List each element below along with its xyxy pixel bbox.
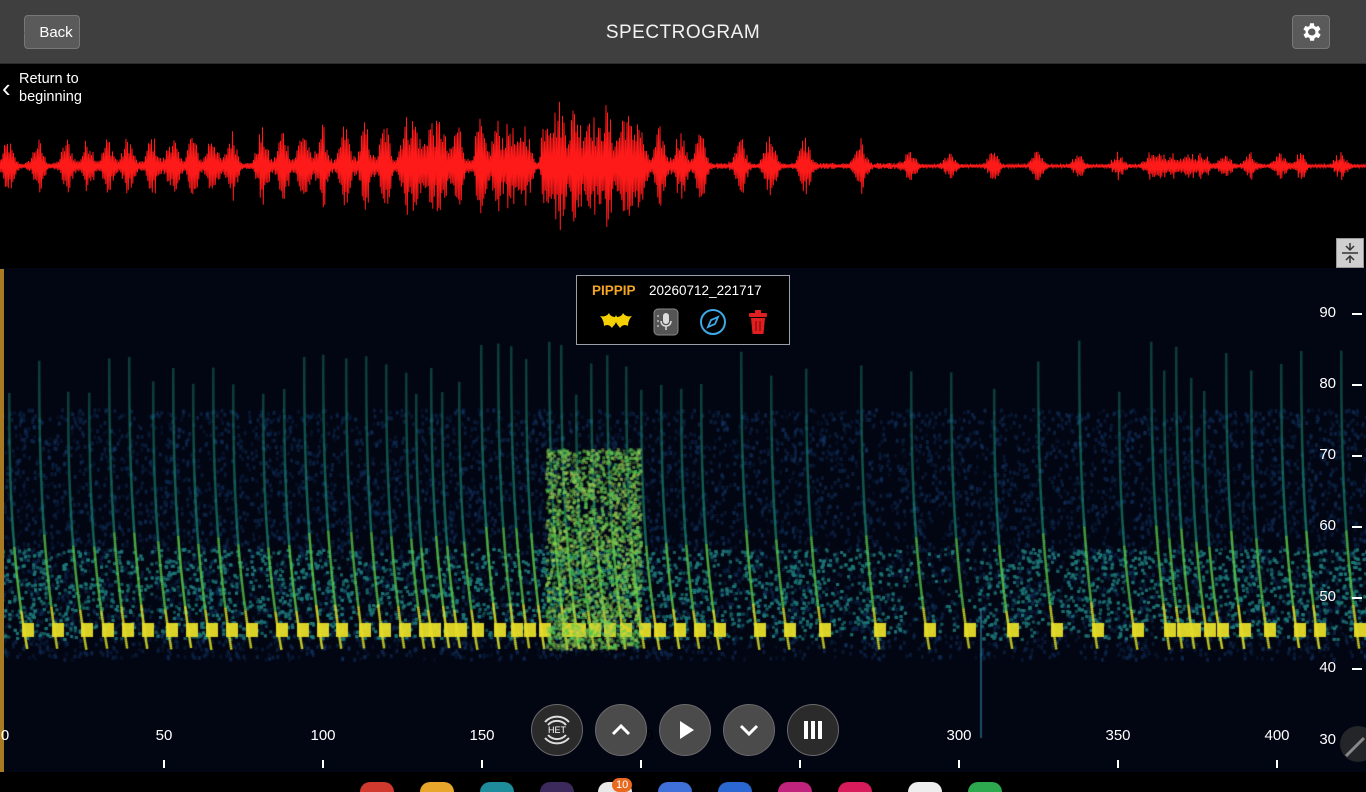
y-tick: [1352, 597, 1362, 599]
play-icon: [680, 721, 694, 739]
dock-app-icon[interactable]: [540, 782, 574, 792]
y-tick: [1352, 455, 1362, 457]
dock-app-icon[interactable]: 10: [598, 778, 633, 792]
dock-app-icon[interactable]: [420, 782, 454, 792]
dock-app-icon[interactable]: [778, 782, 812, 792]
gear-icon: [1303, 23, 1321, 41]
edit-pencil-button[interactable]: [1330, 722, 1366, 772]
y-tick: [1352, 526, 1362, 528]
y-tick-label: 60: [1319, 517, 1336, 534]
y-tick: [1352, 384, 1362, 386]
x-tick: [640, 760, 642, 768]
identification-panel[interactable]: PIPPIP 20260712_221717: [576, 275, 790, 345]
playhead-cursor[interactable]: [0, 269, 4, 772]
x-tick-label: 150: [469, 727, 495, 744]
y-tick-label: 70: [1319, 446, 1336, 463]
bat-icon[interactable]: [599, 311, 633, 333]
compass-icon[interactable]: [699, 308, 727, 336]
y-tick-label: 90: [1319, 304, 1336, 321]
x-tick: [322, 760, 324, 768]
x-tick: [1117, 760, 1119, 768]
app-dock: 10: [0, 772, 1366, 792]
dock-app-icon[interactable]: [968, 782, 1002, 792]
expand-collapse-icon: [1342, 243, 1358, 263]
y-tick: [1352, 668, 1362, 670]
x-tick: [1276, 760, 1278, 768]
het-label: HET: [548, 725, 567, 735]
top-app-bar: Back SPECTROGRAM: [0, 0, 1366, 64]
return-to-beginning-button[interactable]: ‹ Return to beginning: [0, 68, 110, 108]
y-tick-label: 40: [1319, 659, 1336, 676]
y-tick-label: 50: [1319, 588, 1336, 605]
down-button[interactable]: [723, 704, 775, 756]
pencil-icon: [1340, 726, 1366, 762]
chevron-down-icon: [739, 724, 759, 737]
trash-icon[interactable]: [747, 309, 769, 335]
x-tick-label: 0: [0, 727, 10, 744]
pause-button[interactable]: [787, 704, 839, 756]
waveform-trace: [0, 101, 1366, 231]
playback-controls: HET: [531, 704, 839, 756]
species-code[interactable]: PIPPIP: [592, 283, 636, 298]
dock-app-icon[interactable]: [360, 782, 394, 792]
dock-app-icon[interactable]: [908, 782, 942, 792]
chevron-left-icon: ‹: [2, 73, 11, 103]
pause-bars-icon: [804, 721, 822, 739]
settings-button[interactable]: [1292, 15, 1330, 49]
notification-badge: 10: [612, 778, 633, 792]
het-button[interactable]: HET: [531, 704, 583, 756]
x-tick: [799, 760, 801, 768]
play-button[interactable]: [659, 704, 711, 756]
dock-app-icon[interactable]: [718, 782, 752, 792]
x-tick: [481, 760, 483, 768]
page-title: SPECTROGRAM: [605, 22, 761, 43]
recorder-icon[interactable]: [653, 308, 679, 336]
x-tick-label: 100: [310, 727, 336, 744]
return-label-line1: Return to: [19, 71, 79, 87]
x-tick-label: 400: [1264, 727, 1290, 744]
x-tick: [163, 760, 165, 768]
return-label-line2: beginning: [19, 89, 82, 105]
dock-app-icon[interactable]: [658, 782, 692, 792]
x-tick-label: 350: [1105, 727, 1131, 744]
dock-app-icon[interactable]: [480, 782, 514, 792]
waveform-size-toggle[interactable]: [1336, 238, 1364, 268]
waveform-display[interactable]: [0, 64, 1366, 268]
het-icon: HET: [544, 715, 570, 745]
up-button[interactable]: [595, 704, 647, 756]
x-tick: [958, 760, 960, 768]
chevron-up-icon: [611, 723, 631, 736]
dock-app-icon[interactable]: [838, 782, 872, 792]
y-tick: [1352, 313, 1362, 315]
x-tick-label: 50: [155, 727, 173, 744]
x-tick-label: 300: [946, 727, 972, 744]
y-tick-label: 80: [1319, 375, 1336, 392]
file-name: 20260712_221717: [649, 283, 762, 298]
